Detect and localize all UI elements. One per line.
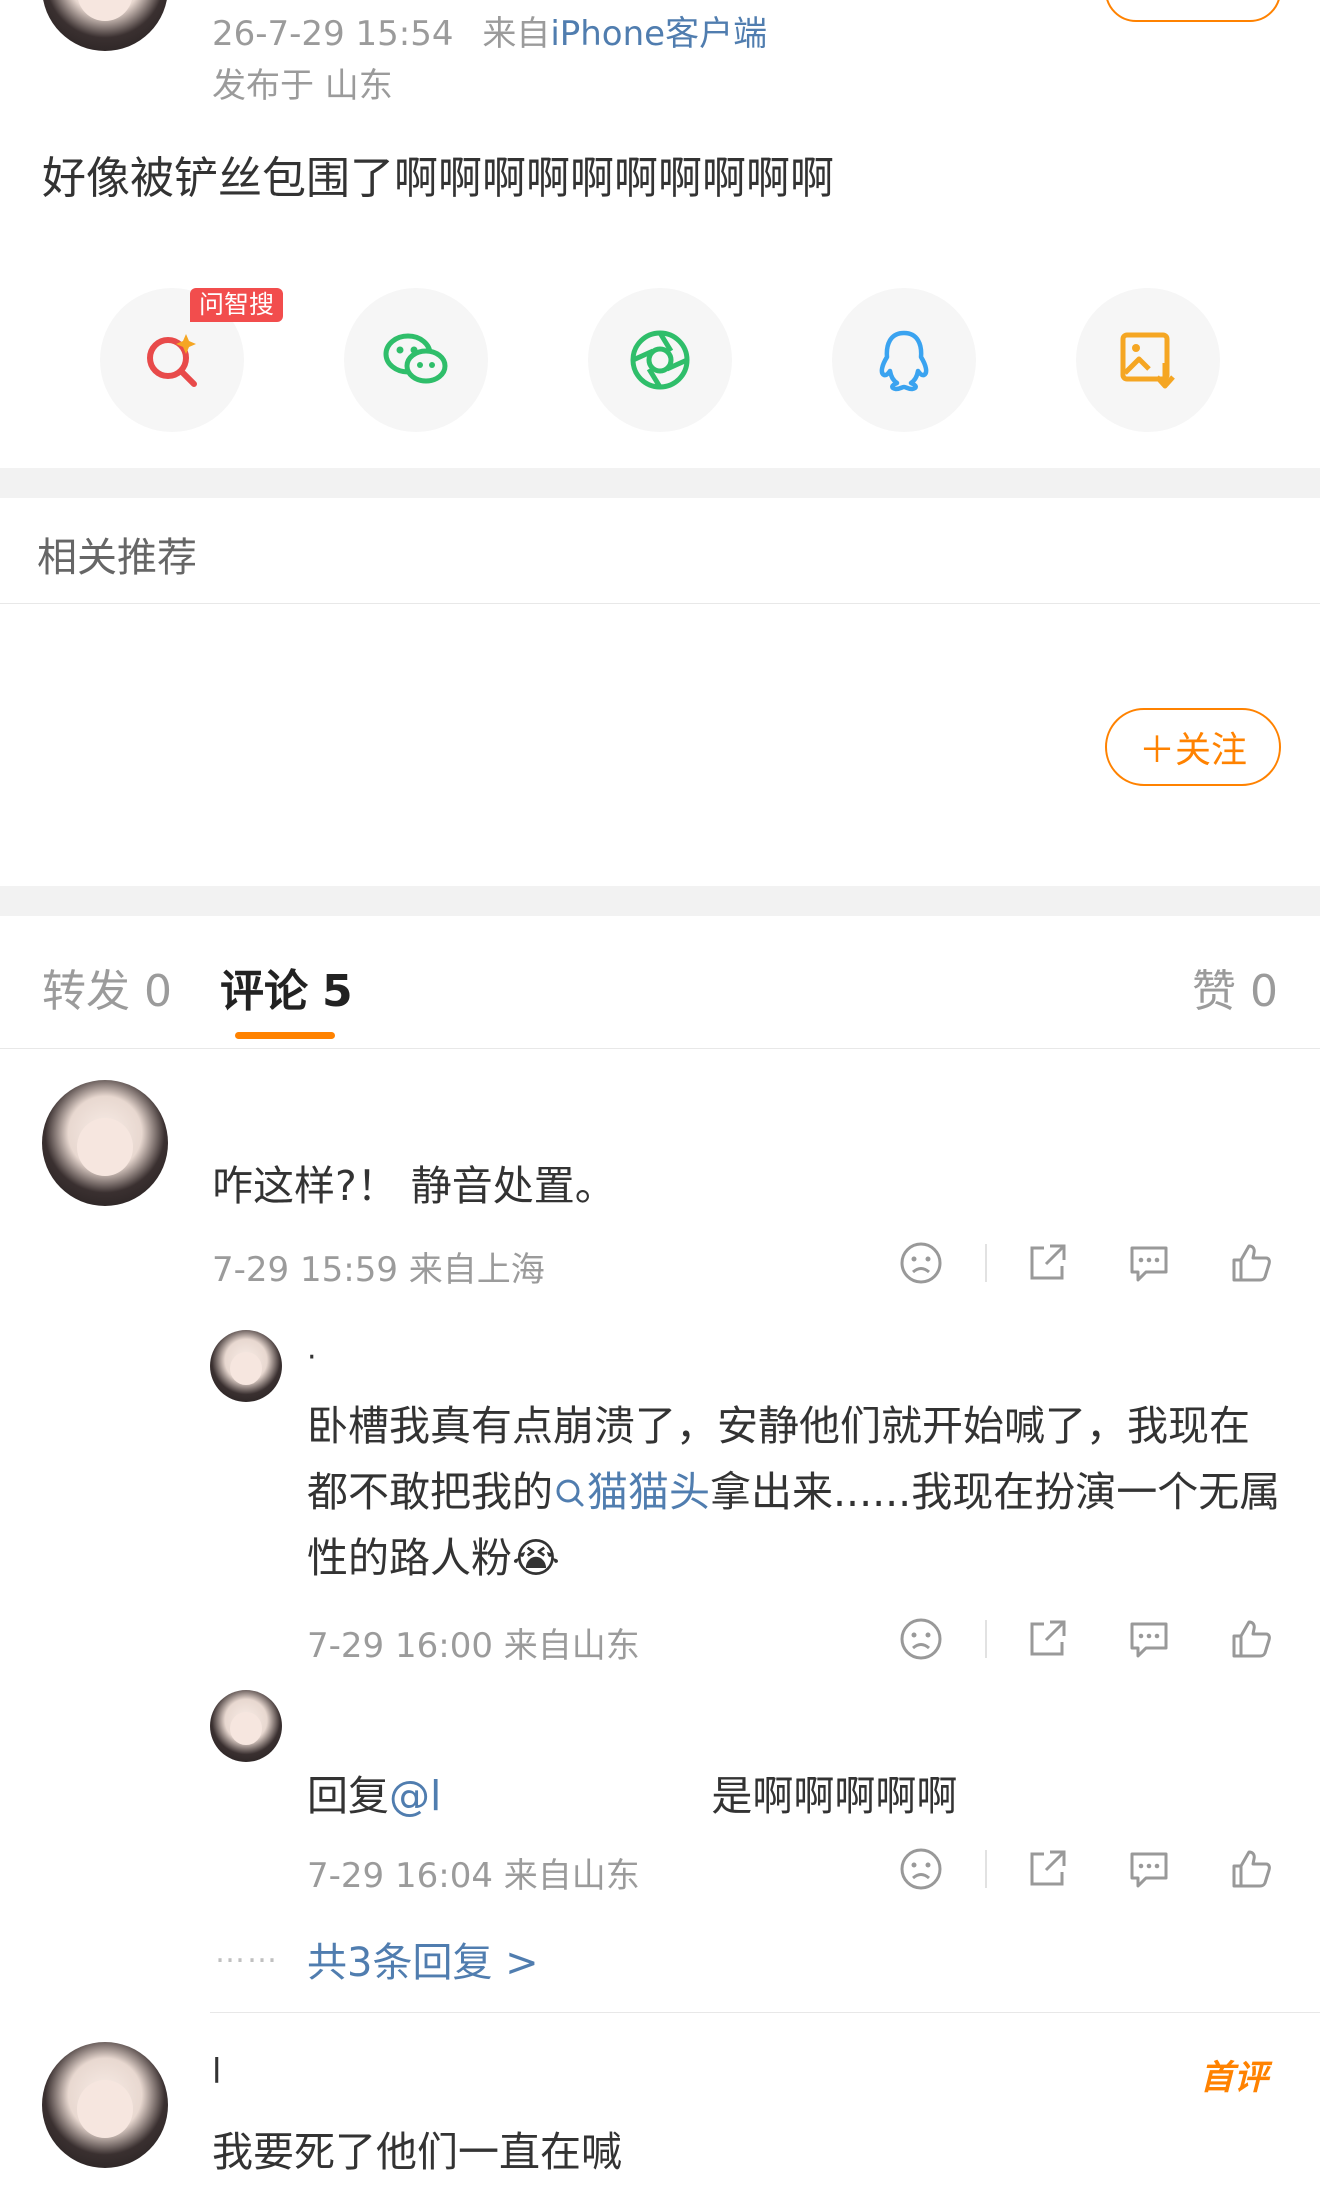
dislike-button[interactable] <box>898 1616 944 1662</box>
divider <box>0 1048 1320 1049</box>
post-meta: 26-7-29 15:54 来自iPhone客户端 <box>212 6 767 55</box>
comment-text: 我要死了他们一直在喊 <box>212 2128 622 2176</box>
share-button[interactable] <box>1024 1846 1070 1892</box>
post-source-link[interactable]: iPhone客户端 <box>550 14 767 54</box>
more-replies-dots: …… <box>215 1935 279 1970</box>
comment-meta: 7-29 15:59 来自上海 <box>212 1250 545 1290</box>
sad-face-icon <box>900 1848 942 1890</box>
share-button[interactable] <box>1024 1240 1070 1286</box>
share-moments-button[interactable] <box>588 288 732 432</box>
post-body: 好像被铲丝包围了啊啊啊啊啊啊啊啊啊啊 <box>42 153 834 204</box>
sad-face-icon <box>900 1618 942 1660</box>
share-icon <box>1030 1850 1066 1886</box>
comment-text: 咋这样?！ 静音处置。 <box>212 1162 616 1210</box>
moments-icon <box>630 330 690 390</box>
wechat-icon <box>383 333 448 384</box>
reply-meta: 7-29 16:00 来自山东 <box>307 1626 640 1666</box>
tab-repost-label: 转发 <box>42 966 130 1017</box>
reply-prefix: 回复 <box>307 1772 389 1820</box>
action-separator <box>985 1620 987 1658</box>
post-location: 发布于 山东 <box>212 66 393 106</box>
reply-avatar[interactable] <box>210 1690 282 1762</box>
more-replies-link[interactable]: 共3条回复 > <box>307 1930 539 1988</box>
reply-text: 回复@l 是啊啊啊啊啊 <box>307 1762 957 1822</box>
action-separator <box>985 1244 987 1282</box>
follow-button[interactable]: ＋关注 <box>1105 708 1281 786</box>
reply-text: 卧槽我真有点崩溃了，安静他们就开始喊了，我现在都不敢把我的 猫猫头拿出来.....… <box>307 1393 1287 1591</box>
reply-button[interactable] <box>1126 1846 1172 1892</box>
share-wechat-button[interactable] <box>344 288 488 432</box>
comment-icon <box>1130 1246 1168 1282</box>
tab-comment-count: 5 <box>322 966 353 1017</box>
reply-button[interactable] <box>1126 1240 1172 1286</box>
reply-text-part: 是啊啊啊啊啊 <box>711 1772 958 1820</box>
tab-like[interactable]: 赞0 <box>1192 955 1278 1019</box>
share-icon <box>1030 1244 1066 1280</box>
related-title: 相关推荐 <box>37 535 197 581</box>
tab-active-indicator <box>235 1032 335 1039</box>
share-icon <box>1030 1620 1066 1656</box>
qq-icon <box>879 330 929 392</box>
share-qq-button[interactable] <box>832 288 976 432</box>
crying-emoji-icon: 😭 <box>512 1534 560 1582</box>
dislike-button[interactable] <box>898 1240 944 1286</box>
divider <box>210 2012 1320 2013</box>
mention-link[interactable]: @l <box>389 1772 441 1820</box>
reply-avatar[interactable] <box>210 1330 282 1402</box>
like-button[interactable] <box>1228 1616 1274 1662</box>
commenter-name[interactable]: l <box>212 2052 221 2092</box>
reply-author-name[interactable]: · <box>307 1340 317 1375</box>
reply-button[interactable] <box>1126 1616 1172 1662</box>
action-separator <box>985 1850 987 1888</box>
hashtag-label: 猫猫头 <box>587 1468 710 1516</box>
dislike-button[interactable] <box>898 1846 944 1892</box>
share-button[interactable] <box>1024 1616 1070 1662</box>
share-save-image-button[interactable] <box>1076 288 1220 432</box>
sad-face-icon <box>900 1242 942 1284</box>
section-gap <box>0 468 1320 498</box>
tab-like-count: 0 <box>1250 966 1278 1017</box>
header-action-button[interactable] <box>1105 0 1281 22</box>
tab-repost-count: 0 <box>144 966 172 1017</box>
post-timestamp: 26-7-29 15:54 <box>212 14 454 54</box>
comment-icon <box>1130 1852 1168 1888</box>
search-icon <box>556 1479 584 1507</box>
tab-like-label: 赞 <box>1192 966 1236 1017</box>
save-image-icon <box>1120 332 1175 389</box>
thumbs-up-icon <box>1232 1850 1271 1888</box>
search-sparkle-icon <box>147 334 197 387</box>
hashtag-link[interactable]: 猫猫头 <box>553 1468 710 1516</box>
divider <box>0 603 1320 604</box>
section-gap <box>0 886 1320 916</box>
commenter-avatar[interactable] <box>42 2042 168 2168</box>
commenter-avatar[interactable] <box>42 1080 168 1206</box>
tab-repost[interactable]: 转发 0 <box>42 955 172 1019</box>
like-button[interactable] <box>1228 1240 1274 1286</box>
author-avatar[interactable] <box>42 0 168 51</box>
tab-comment-label: 评论 <box>220 966 308 1017</box>
first-comment-badge: 首评 <box>1200 2058 1268 2098</box>
thumbs-up-icon <box>1232 1620 1271 1658</box>
zhisou-badge: 问智搜 <box>190 288 284 322</box>
post-source-prefix: 来自 <box>482 14 551 54</box>
like-button[interactable] <box>1228 1846 1274 1892</box>
tab-comment[interactable]: 评论 5 <box>220 955 353 1019</box>
comment-icon <box>1130 1622 1168 1658</box>
reply-meta: 7-29 16:04 来自山东 <box>307 1856 640 1896</box>
thumbs-up-icon <box>1232 1244 1271 1282</box>
